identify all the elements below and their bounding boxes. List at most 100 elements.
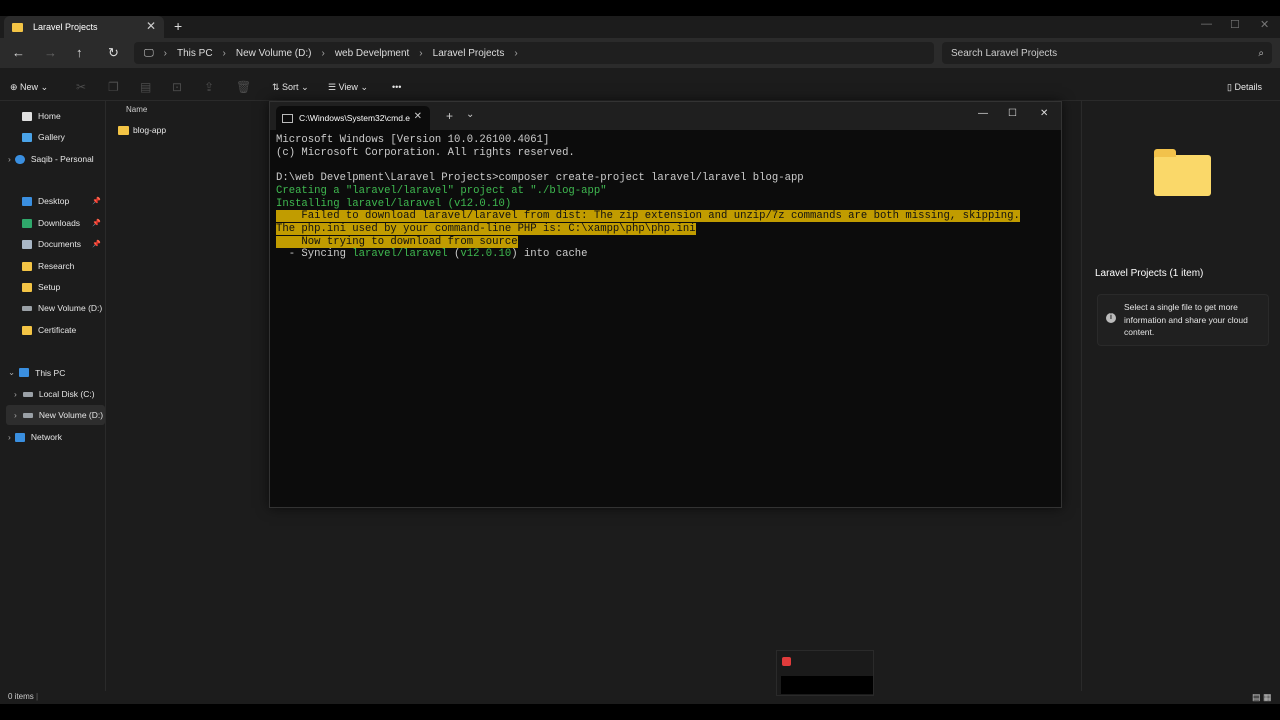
breadcrumb-item[interactable]: New Volume (D:)	[236, 48, 312, 59]
sidebar-item-gallery[interactable]: Gallery	[22, 132, 65, 142]
maximize-icon[interactable]: ☐	[1230, 18, 1240, 31]
terminal-warning: The php.ini used by your command-line PH…	[276, 222, 696, 235]
sidebar-item-network[interactable]: › Network	[8, 432, 62, 442]
chevron-down-icon[interactable]: ⌄	[8, 367, 15, 378]
document-icon	[22, 239, 32, 249]
chevron-right-icon[interactable]: ›	[14, 410, 17, 420]
breadcrumb-item[interactable]: web Develpment	[335, 48, 409, 59]
new-button[interactable]: ⊕ New ⌄	[10, 82, 48, 93]
download-icon	[22, 218, 32, 228]
breadcrumb-item[interactable]: Laravel Projects	[433, 48, 505, 59]
add-tab-icon[interactable]: +	[174, 18, 182, 34]
copy-icon[interactable]: ❐	[108, 80, 119, 94]
pin-icon: 📌	[92, 220, 101, 227]
home-icon	[22, 111, 32, 121]
sidebar-label: Saqib - Personal	[30, 154, 94, 164]
info-icon: i	[1106, 313, 1116, 323]
chevron-icon: ›	[514, 47, 518, 59]
sidebar-item-home[interactable]: Home	[22, 111, 61, 121]
terminal-warning: Failed to download laravel/laravel from …	[276, 210, 1020, 223]
rename-icon[interactable]: ⊡	[172, 80, 182, 94]
sidebar-label: Certificate	[38, 325, 77, 335]
terminal-line: Creating a "laravel/laravel" project at …	[276, 184, 607, 197]
chevron-icon: ›	[321, 47, 325, 59]
sidebar-label: Home	[38, 111, 61, 121]
delete-icon[interactable]: 🗑	[236, 80, 251, 94]
share-icon[interactable]: ⇪	[204, 80, 214, 94]
details-info-card: i Select a single file to get more infor…	[1097, 294, 1269, 346]
add-tab-icon[interactable]: +	[446, 109, 453, 123]
terminal-text: ) into cache	[511, 248, 588, 261]
cmd-window[interactable]: C:\Windows\System32\cmd.e ✕ + ⌄ — ☐ ✕ Mi…	[269, 101, 1062, 508]
cut-icon[interactable]: ✂	[76, 80, 86, 94]
terminal-warning: Now trying to download from source	[276, 235, 518, 248]
sidebar-item-research[interactable]: Research	[22, 261, 74, 271]
sidebar-item-new-volume-selected[interactable]: › New Volume (D:)	[6, 405, 105, 425]
terminal-output[interactable]: Microsoft Windows [Version 10.0.26100.40…	[276, 134, 1020, 261]
sidebar-label: Gallery	[38, 132, 65, 142]
preview-thumbnail	[781, 676, 873, 694]
terminal-text: laravel/laravel	[352, 248, 448, 261]
sidebar-item-personal[interactable]: › Saqib - Personal	[8, 154, 94, 164]
back-icon[interactable]: ←	[12, 45, 25, 60]
maximize-icon[interactable]: ☐	[1008, 108, 1017, 119]
folder-icon	[118, 125, 129, 135]
address-bar[interactable]: 🖵 › This PC › New Volume (D:) › web Deve…	[134, 42, 934, 64]
chevron-down-icon[interactable]: ⌄	[466, 109, 474, 120]
details-title: Laravel Projects (1 item)	[1095, 268, 1204, 279]
drive-icon	[22, 412, 33, 418]
computer-icon: 🖵	[144, 47, 154, 59]
chevron-right-icon[interactable]: ›	[8, 154, 11, 164]
sidebar-item-setup[interactable]: Setup	[22, 282, 60, 292]
search-placeholder: Search Laravel Projects	[951, 47, 1058, 59]
sidebar-label: This PC	[35, 367, 66, 378]
search-icon: ⌕	[1258, 47, 1264, 59]
sidebar-label: New Volume (D:)	[38, 303, 103, 313]
status-bar: 0 items |	[8, 692, 39, 701]
sidebar-item-downloads[interactable]: Downloads 📌	[22, 218, 105, 228]
chevron-right-icon[interactable]: ›	[8, 432, 11, 442]
sidebar-item-new-volume[interactable]: New Volume (D:)	[22, 303, 102, 313]
sort-button[interactable]: ⇅ Sort ⌄	[272, 82, 309, 93]
sidebar-label: Research	[38, 261, 75, 271]
minimize-icon[interactable]: —	[978, 108, 988, 119]
sort-label: Sort	[282, 82, 299, 92]
cmd-title-bar: C:\Windows\System32\cmd.e ✕ + ⌄ — ☐ ✕	[270, 102, 1061, 130]
close-tab-icon[interactable]: ✕	[146, 19, 156, 33]
sidebar-item-local-disk[interactable]: › Local Disk (C:)	[14, 389, 95, 399]
network-icon	[14, 432, 25, 442]
column-header-name[interactable]: Name	[126, 105, 147, 114]
details-button[interactable]: ▯ Details	[1227, 82, 1262, 93]
terminal-text: v12.0.10	[460, 248, 512, 261]
sidebar-label: Downloads	[38, 218, 81, 228]
sidebar-item-this-pc[interactable]: ⌄ This PC	[8, 367, 65, 378]
close-window-icon[interactable]: ✕	[1040, 108, 1048, 119]
chevron-right-icon[interactable]: ›	[14, 389, 17, 399]
more-options-button[interactable]: •••	[392, 82, 401, 92]
details-info-text: Select a single file to get more informa…	[1124, 302, 1248, 337]
explorer-tab[interactable]: Laravel Projects ✕	[4, 16, 164, 38]
sidebar-item-documents[interactable]: Documents 📌	[22, 239, 105, 249]
terminal-line: (c) Microsoft Corporation. All rights re…	[276, 146, 575, 159]
drive-icon	[22, 305, 32, 311]
sidebar-item-certificate[interactable]: Certificate	[22, 325, 76, 335]
list-item[interactable]: blog-app	[118, 125, 166, 135]
close-window-icon[interactable]: ✕	[1260, 18, 1269, 31]
up-icon[interactable]: ↑	[76, 45, 83, 60]
folder-icon	[1154, 149, 1211, 196]
paste-icon[interactable]: ▤	[140, 80, 151, 94]
cmd-tab[interactable]: C:\Windows\System32\cmd.e ✕	[276, 106, 430, 130]
folder-icon	[22, 261, 32, 271]
computer-icon	[19, 368, 30, 377]
sidebar-label: Local Disk (C:)	[38, 389, 95, 399]
minimize-icon[interactable]: —	[1201, 18, 1212, 30]
search-input[interactable]: Search Laravel Projects ⌕	[942, 42, 1272, 64]
breadcrumb-item[interactable]: This PC	[177, 48, 213, 59]
taskbar-preview[interactable]	[776, 650, 874, 696]
details-view-icon[interactable]: ▤ ▦	[1252, 692, 1272, 703]
forward-icon[interactable]: →	[44, 45, 57, 60]
refresh-icon[interactable]: ↻	[108, 45, 119, 61]
sidebar-item-desktop[interactable]: Desktop 📌	[22, 196, 105, 206]
close-tab-icon[interactable]: ✕	[414, 111, 422, 122]
view-button[interactable]: ☰ View ⌄	[328, 82, 368, 93]
